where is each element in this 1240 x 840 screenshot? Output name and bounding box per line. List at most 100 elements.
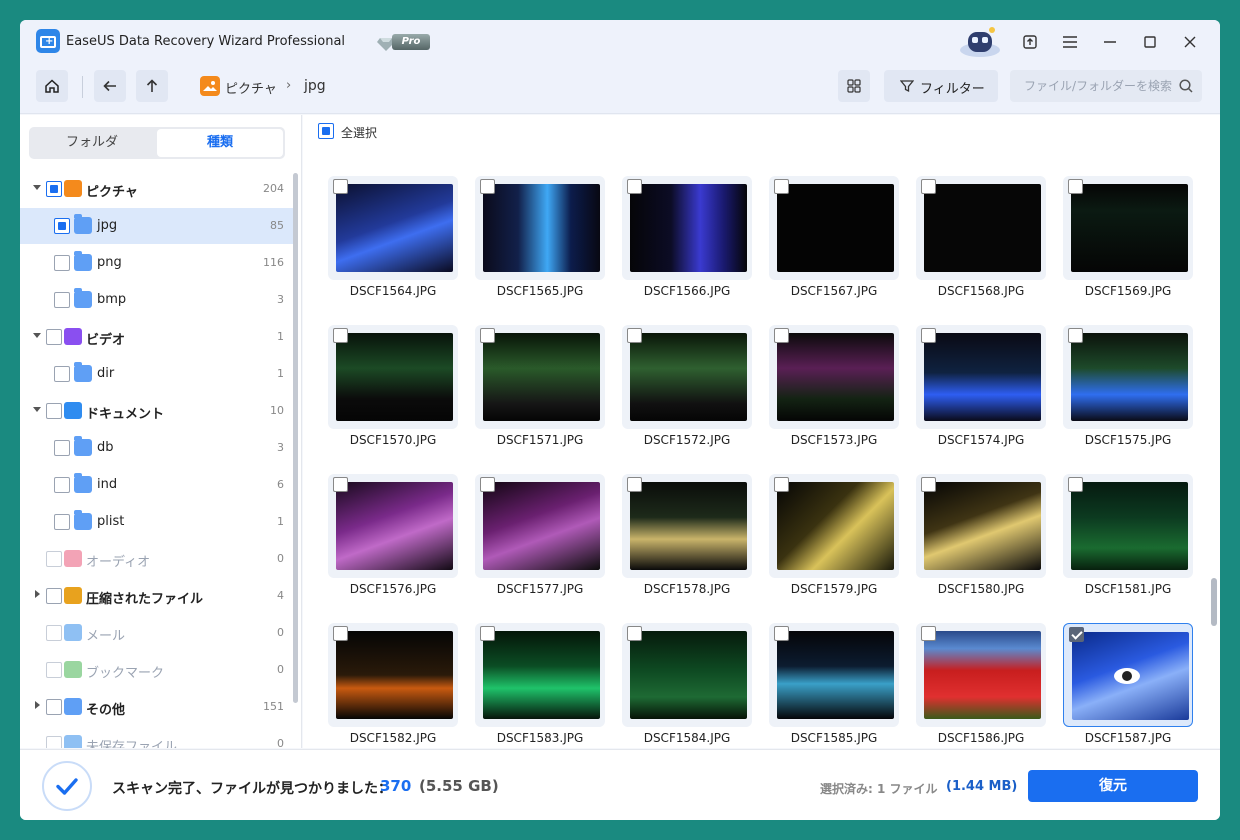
file-checkbox[interactable] bbox=[480, 328, 495, 343]
search-input[interactable] bbox=[1010, 70, 1176, 102]
close-icon[interactable] bbox=[1180, 32, 1200, 52]
file-card[interactable]: DSCF1569.JPG bbox=[1063, 176, 1193, 300]
tab-folder[interactable]: フォルダ bbox=[29, 127, 155, 159]
chevron-right-icon[interactable] bbox=[35, 701, 40, 709]
select-all-checkbox[interactable] bbox=[318, 123, 334, 139]
file-thumbnail-frame[interactable] bbox=[1063, 325, 1193, 429]
tree-item-plist[interactable]: plist 1 bbox=[20, 504, 296, 540]
photo-thumbnail[interactable] bbox=[1071, 184, 1188, 272]
tree-item-bmp[interactable]: bmp 3 bbox=[20, 282, 296, 318]
file-thumbnail-frame[interactable] bbox=[475, 325, 605, 429]
file-thumbnail-frame[interactable] bbox=[916, 474, 1046, 578]
photo-thumbnail[interactable] bbox=[336, 333, 453, 421]
file-checkbox[interactable] bbox=[627, 179, 642, 194]
file-card[interactable]: DSCF1575.JPG bbox=[1063, 325, 1193, 449]
file-thumbnail-frame[interactable] bbox=[916, 623, 1046, 727]
tree-item-checkbox[interactable] bbox=[54, 366, 70, 382]
file-thumbnail-frame[interactable] bbox=[769, 623, 899, 727]
file-card[interactable]: DSCF1576.JPG bbox=[328, 474, 458, 598]
menu-icon[interactable] bbox=[1060, 32, 1080, 52]
tree-item-checkbox[interactable] bbox=[54, 255, 70, 271]
photo-thumbnail[interactable] bbox=[336, 482, 453, 570]
file-checkbox[interactable] bbox=[1069, 627, 1084, 642]
file-checkbox[interactable] bbox=[774, 626, 789, 641]
file-card[interactable]: DSCF1579.JPG bbox=[769, 474, 899, 598]
tree-item-db[interactable]: db 3 bbox=[20, 430, 296, 466]
tree-item-checkbox[interactable] bbox=[46, 625, 62, 641]
tree-item-dir[interactable]: dir 1 bbox=[20, 356, 296, 392]
tree-item-checkbox[interactable] bbox=[46, 551, 62, 567]
tree-item-ピクチャ[interactable]: ピクチャ 204 bbox=[20, 171, 296, 207]
file-card[interactable]: DSCF1583.JPG bbox=[475, 623, 605, 747]
file-card[interactable]: DSCF1578.JPG bbox=[622, 474, 752, 598]
file-checkbox[interactable] bbox=[921, 179, 936, 194]
photo-thumbnail[interactable] bbox=[924, 333, 1041, 421]
photo-thumbnail[interactable] bbox=[924, 631, 1041, 719]
file-thumbnail-frame[interactable] bbox=[622, 176, 752, 280]
chevron-down-icon[interactable] bbox=[33, 185, 41, 190]
file-card[interactable]: DSCF1577.JPG bbox=[475, 474, 605, 598]
photo-thumbnail[interactable] bbox=[777, 631, 894, 719]
tree-item-ビデオ[interactable]: ビデオ 1 bbox=[20, 319, 296, 355]
file-checkbox[interactable] bbox=[627, 626, 642, 641]
breadcrumb-item-jpg[interactable]: jpg bbox=[304, 78, 326, 94]
file-thumbnail-frame[interactable] bbox=[622, 474, 752, 578]
file-checkbox[interactable] bbox=[480, 179, 495, 194]
chevron-down-icon[interactable] bbox=[33, 333, 41, 338]
file-thumbnail-frame[interactable] bbox=[328, 325, 458, 429]
tree-item-checkbox[interactable] bbox=[54, 477, 70, 493]
file-checkbox[interactable] bbox=[921, 626, 936, 641]
up-button[interactable] bbox=[136, 70, 168, 102]
photo-thumbnail[interactable] bbox=[630, 184, 747, 272]
tree-item-png[interactable]: png 116 bbox=[20, 245, 296, 281]
tree-item-オーディオ[interactable]: オーディオ 0 bbox=[20, 541, 296, 577]
tree-item-checkbox[interactable] bbox=[46, 329, 62, 345]
tree-item-checkbox[interactable] bbox=[46, 588, 62, 604]
file-checkbox[interactable] bbox=[333, 328, 348, 343]
photo-thumbnail[interactable] bbox=[336, 631, 453, 719]
tree-item-checkbox[interactable] bbox=[54, 292, 70, 308]
file-checkbox[interactable] bbox=[774, 179, 789, 194]
tree-item-checkbox[interactable] bbox=[46, 699, 62, 715]
file-thumbnail-frame[interactable] bbox=[1063, 474, 1193, 578]
tree-item-その他[interactable]: その他 151 bbox=[20, 689, 296, 725]
file-checkbox[interactable] bbox=[480, 626, 495, 641]
file-card[interactable]: DSCF1568.JPG bbox=[916, 176, 1046, 300]
photo-thumbnail[interactable] bbox=[336, 184, 453, 272]
chevron-down-icon[interactable] bbox=[33, 407, 41, 412]
file-checkbox[interactable] bbox=[1068, 179, 1083, 194]
preview-eye-icon[interactable] bbox=[1114, 668, 1140, 684]
tree-item-checkbox[interactable] bbox=[46, 662, 62, 678]
photo-thumbnail[interactable] bbox=[630, 631, 747, 719]
file-checkbox[interactable] bbox=[333, 179, 348, 194]
file-card[interactable]: DSCF1584.JPG bbox=[622, 623, 752, 747]
photo-thumbnail[interactable] bbox=[777, 482, 894, 570]
file-thumbnail-frame[interactable] bbox=[916, 176, 1046, 280]
photo-thumbnail[interactable] bbox=[483, 631, 600, 719]
file-card[interactable]: DSCF1582.JPG bbox=[328, 623, 458, 747]
file-card[interactable]: DSCF1573.JPG bbox=[769, 325, 899, 449]
chevron-right-icon[interactable] bbox=[35, 590, 40, 598]
photo-thumbnail[interactable] bbox=[483, 184, 600, 272]
tree-item-checkbox[interactable] bbox=[54, 218, 70, 234]
back-button[interactable] bbox=[94, 70, 126, 102]
file-checkbox[interactable] bbox=[480, 477, 495, 492]
file-thumbnail-frame[interactable] bbox=[622, 623, 752, 727]
sidebar-scrollbar[interactable] bbox=[293, 173, 298, 703]
photo-thumbnail[interactable] bbox=[777, 333, 894, 421]
tab-type[interactable]: 種類 bbox=[157, 129, 283, 157]
file-checkbox[interactable] bbox=[627, 477, 642, 492]
photo-thumbnail[interactable] bbox=[1071, 333, 1188, 421]
tree-item-ブックマーク[interactable]: ブックマーク 0 bbox=[20, 652, 296, 688]
minimize-icon[interactable] bbox=[1100, 32, 1120, 52]
file-checkbox[interactable] bbox=[774, 477, 789, 492]
file-thumbnail-frame[interactable] bbox=[328, 176, 458, 280]
filter-button[interactable]: フィルター bbox=[884, 70, 998, 102]
tree-item-checkbox[interactable] bbox=[54, 440, 70, 456]
file-thumbnail-frame[interactable] bbox=[769, 176, 899, 280]
file-thumbnail-frame[interactable] bbox=[328, 623, 458, 727]
recover-button[interactable]: 復元 bbox=[1028, 770, 1198, 802]
file-thumbnail-frame[interactable] bbox=[916, 325, 1046, 429]
file-checkbox[interactable] bbox=[921, 477, 936, 492]
file-thumbnail-frame[interactable] bbox=[475, 623, 605, 727]
